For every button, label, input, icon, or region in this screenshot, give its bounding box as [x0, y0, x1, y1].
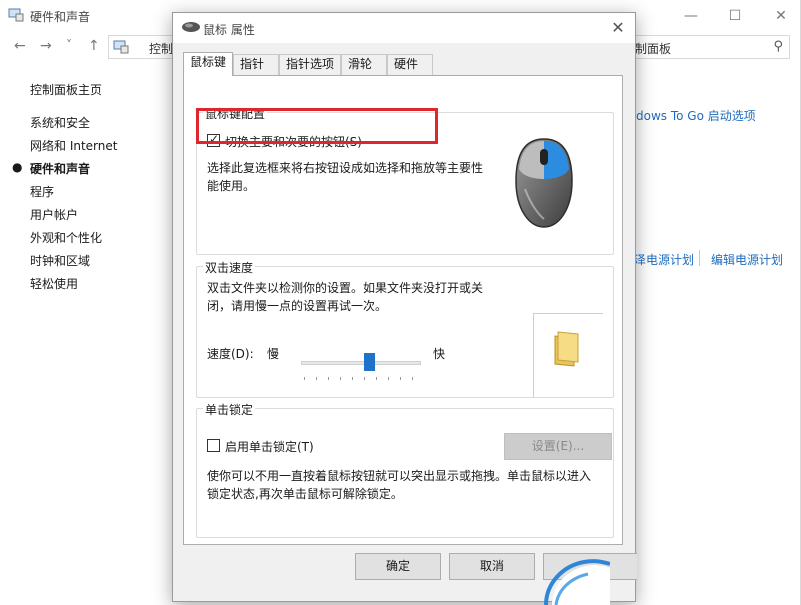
tab-hardware[interactable]: 硬件	[387, 54, 433, 75]
ok-button[interactable]: 确定	[355, 553, 441, 580]
address-bar[interactable]: 控制	[108, 35, 178, 59]
tab-wheel[interactable]: 滑轮	[341, 54, 387, 75]
power-plan-link[interactable]: 泽电源计划	[634, 251, 694, 268]
sidebar-item-clock-region[interactable]: 时钟和区域	[30, 252, 90, 269]
speed-slider-thumb[interactable]	[364, 353, 375, 371]
tab-panel-buttons: 鼠标键配置 ✓ 切换主要和次要的按钮(S) 选择此复选框来将右按钮设成如选择和拖…	[183, 75, 623, 545]
mouse-properties-dialog: 鼠标 属性 ✕ 鼠标键 指针 指针选项 滑轮 硬件 鼠标键配置 ✓ 切换主要和次…	[172, 12, 637, 602]
cancel-button[interactable]: 取消	[449, 553, 535, 580]
double-click-description: 双击文件夹以检测你的设置。如果文件夹没打开或关闭，请用慢一点的设置再试一次。	[207, 281, 484, 313]
test-folder-area[interactable]	[533, 313, 603, 397]
close-button[interactable]: ✕	[766, 6, 796, 26]
sidebar-item-accounts[interactable]: 用户帐户	[30, 206, 78, 223]
search-icon: ⚲	[773, 39, 783, 54]
click-lock-legend: 单击锁定	[203, 401, 256, 418]
slider-tick	[376, 377, 377, 380]
up-arrow-icon[interactable]: ↑	[88, 38, 100, 54]
click-lock-group: 单击锁定 启用单击锁定(T) 设置(E)... 使你可以不用一直按着鼠标按钮就可…	[196, 401, 614, 538]
mouse-icon	[182, 22, 200, 32]
slider-tick	[304, 377, 305, 380]
fast-label: 快	[433, 347, 446, 361]
control-panel-icon	[113, 40, 129, 54]
sidebar-item-appearance[interactable]: 外观和个性化	[30, 229, 102, 246]
slider-tick	[352, 377, 353, 380]
control-panel-icon	[8, 8, 24, 22]
sidebar-item-ease-of-access[interactable]: 轻松使用	[30, 275, 78, 292]
edit-power-plan-link[interactable]: 编辑电源计划	[711, 251, 783, 268]
sidebar-item-security[interactable]: 系统和安全	[30, 114, 90, 131]
maximize-button[interactable]: ☐	[720, 6, 750, 26]
corner-watermark-icon	[544, 559, 610, 605]
sidebar-item-programs[interactable]: 程序	[30, 183, 54, 200]
double-click-group: 双击速度 双击文件夹以检测你的设置。如果文件夹没打开或关闭，请用慢一点的设置再试…	[196, 259, 614, 398]
slider-tick	[412, 377, 413, 380]
minimize-button[interactable]: —	[676, 6, 706, 26]
sidebar-item-hardware[interactable]: 硬件和声音	[30, 160, 90, 177]
address-text: 控制	[149, 42, 174, 56]
tab-pointer-options[interactable]: 指针选项	[279, 54, 341, 75]
click-lock-label[interactable]: 启用单击锁定(T)	[225, 438, 314, 455]
slider-tick	[340, 377, 341, 380]
windows-to-go-link[interactable]: dows To Go 启动选项	[636, 107, 756, 124]
click-lock-checkbox[interactable]	[207, 439, 220, 452]
slow-label: 慢	[267, 347, 280, 361]
speed-slider-track[interactable]	[301, 361, 421, 365]
tab-pointers[interactable]: 指针	[233, 54, 279, 75]
active-item-bullet: ●	[12, 160, 23, 174]
highlight-annotation	[196, 108, 438, 144]
folder-icon	[554, 331, 579, 367]
slider-tick	[364, 377, 365, 380]
search-placeholder: 制面板	[635, 42, 672, 56]
slider-tick	[316, 377, 317, 380]
slider-tick	[388, 377, 389, 380]
tab-strip: 鼠标键 指针 指针选项 滑轮 硬件	[183, 52, 623, 76]
slider-tick	[328, 377, 329, 380]
sidebar-item-network[interactable]: 网络和 Internet	[30, 137, 117, 154]
dialog-close-button[interactable]: ✕	[607, 17, 629, 39]
search-box[interactable]: 制面板 ⚲	[628, 35, 790, 59]
speed-label: 速度(D):	[207, 347, 254, 361]
dialog-titlebar[interactable]: 鼠标 属性 ✕	[173, 13, 635, 43]
button-config-description: 选择此复选框来将右按钮设成如选择和拖放等主要性能使用。	[207, 161, 484, 193]
recent-dropdown-icon[interactable]: ˅	[66, 38, 72, 52]
sidebar-home-link[interactable]: 控制面板主页	[30, 81, 102, 98]
forward-arrow-icon[interactable]: →	[40, 38, 52, 54]
back-arrow-icon[interactable]: ←	[14, 38, 26, 54]
slider-tick	[400, 377, 401, 380]
tab-buttons[interactable]: 鼠标键	[183, 52, 233, 76]
click-lock-description: 使你可以不用一直按着鼠标按钮就可以突出显示或拖拽。单击鼠标以进入锁定状态,再次单…	[207, 469, 592, 501]
link-separator	[699, 250, 700, 266]
double-click-legend: 双击速度	[203, 259, 256, 276]
mouse-illustration-icon	[515, 138, 573, 228]
dialog-title: 鼠标 属性	[203, 23, 255, 37]
window-title: 硬件和声音	[30, 10, 91, 24]
settings-button[interactable]: 设置(E)...	[504, 433, 612, 460]
